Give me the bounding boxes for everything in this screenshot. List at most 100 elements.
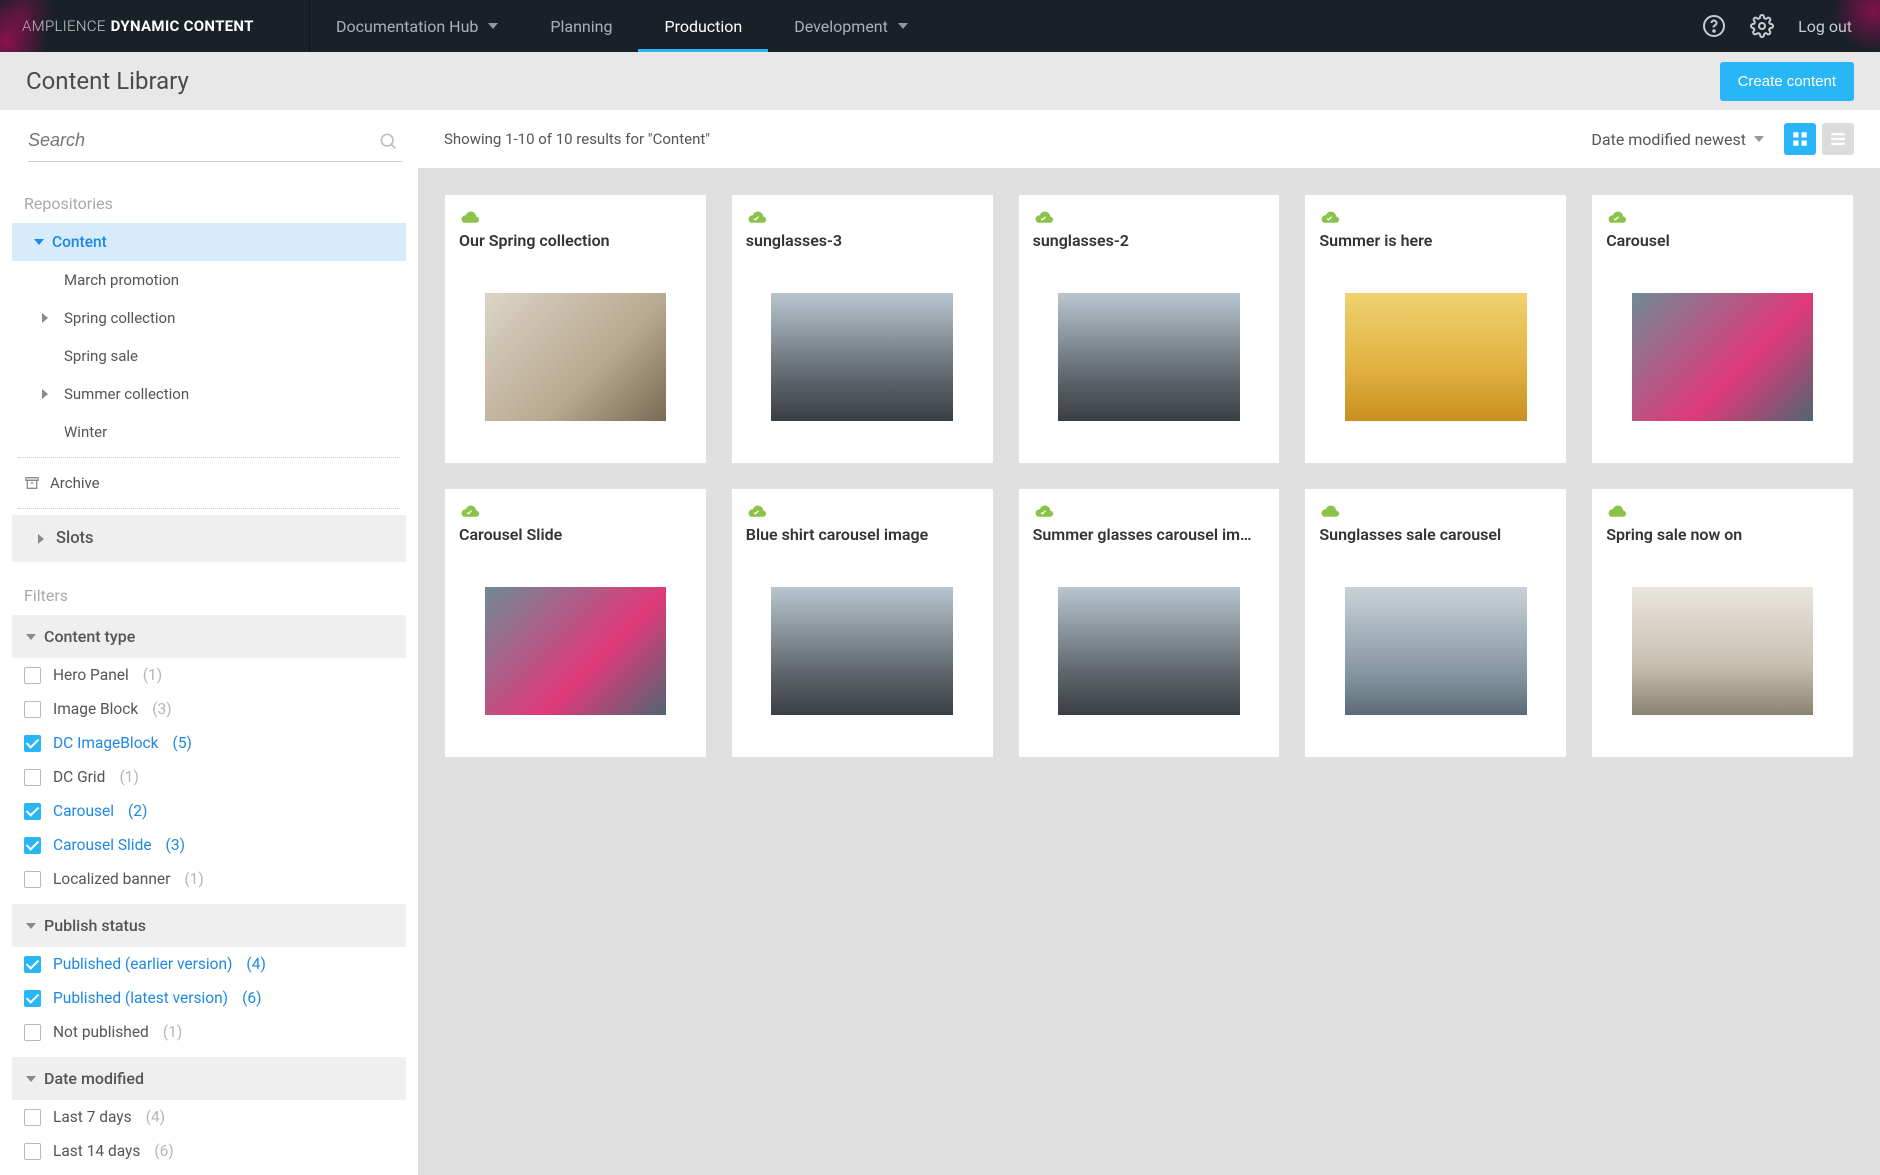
filter-publish-status-header[interactable]: Publish status bbox=[12, 904, 406, 947]
grid-view-button[interactable] bbox=[1784, 123, 1816, 155]
filter-publish-status-title: Publish status bbox=[44, 916, 146, 935]
nav-item-label: Documentation Hub bbox=[336, 17, 478, 36]
search-input[interactable] bbox=[28, 130, 378, 151]
card-thumbnail bbox=[1033, 562, 1266, 739]
brand-heavy: DYNAMIC CONTENT bbox=[111, 17, 254, 35]
chevron-down-icon bbox=[898, 23, 908, 29]
chevron-right-icon bbox=[38, 534, 44, 544]
checkbox-icon bbox=[24, 803, 41, 820]
filter-option-count: (1) bbox=[163, 1023, 182, 1041]
checkbox-icon bbox=[24, 837, 41, 854]
filter-content-type-header[interactable]: Content type bbox=[12, 615, 406, 658]
checkbox-icon bbox=[24, 990, 41, 1007]
filter-option[interactable]: Last 30 days (6) bbox=[0, 1168, 418, 1175]
filter-option[interactable]: Published (earlier version) (4) bbox=[0, 947, 418, 981]
tree-item-summer-collection[interactable]: Summer collection bbox=[12, 375, 406, 413]
filter-option[interactable]: DC ImageBlock (5) bbox=[0, 726, 418, 760]
sidebar: Repositories Content March promotionSpri… bbox=[0, 110, 418, 1175]
list-view-button[interactable] bbox=[1822, 123, 1854, 155]
sort-selector[interactable]: Date modified newest bbox=[1591, 130, 1770, 149]
nav-item-planning[interactable]: Planning bbox=[524, 0, 638, 52]
filter-option-count: (4) bbox=[146, 1108, 165, 1126]
tree-root-label: Content bbox=[52, 233, 107, 251]
cloud-icon bbox=[1319, 503, 1339, 517]
content-card[interactable]: Summer glasses carousel im… bbox=[1018, 488, 1281, 758]
nav-item-development[interactable]: Development bbox=[768, 0, 934, 52]
brand: AMPLIENCE DYNAMIC CONTENT bbox=[0, 0, 310, 52]
tree-item-march-promotion[interactable]: March promotion bbox=[12, 261, 406, 299]
gear-icon[interactable] bbox=[1750, 14, 1774, 38]
card-title: sunglasses-3 bbox=[746, 231, 979, 250]
cloud-check-icon bbox=[1319, 209, 1339, 223]
slots-row[interactable]: Slots bbox=[12, 515, 406, 562]
card-thumbnail bbox=[459, 268, 692, 445]
content-card[interactable]: Carousel Slide bbox=[444, 488, 707, 758]
filter-option[interactable]: DC Grid (1) bbox=[0, 760, 418, 794]
content-card[interactable]: Sunglasses sale carousel bbox=[1304, 488, 1567, 758]
filter-option[interactable]: Hero Panel (1) bbox=[0, 658, 418, 692]
filter-option[interactable]: Image Block (3) bbox=[0, 692, 418, 726]
checkbox-icon bbox=[24, 1109, 41, 1126]
card-title: Carousel Slide bbox=[459, 525, 692, 544]
card-thumbnail bbox=[746, 268, 979, 445]
filter-date-modified-title: Date modified bbox=[44, 1069, 144, 1088]
filter-option[interactable]: Last 7 days (4) bbox=[0, 1100, 418, 1134]
chevron-down-icon bbox=[26, 1076, 36, 1082]
content-card[interactable]: sunglasses-2 bbox=[1018, 194, 1281, 464]
card-thumbnail bbox=[1606, 562, 1839, 739]
cloud-check-icon bbox=[1033, 503, 1053, 517]
tree-item-winter[interactable]: Winter bbox=[12, 413, 406, 451]
search-row bbox=[28, 124, 402, 162]
cloud-check-icon bbox=[746, 209, 766, 223]
content-card[interactable]: sunglasses-3 bbox=[731, 194, 994, 464]
filter-option[interactable]: Not published (1) bbox=[0, 1015, 418, 1049]
filter-option[interactable]: Carousel (2) bbox=[0, 794, 418, 828]
checkbox-icon bbox=[24, 701, 41, 718]
filter-option-label: Carousel Slide bbox=[53, 836, 152, 854]
filter-option-count: (2) bbox=[128, 802, 147, 820]
logout-link[interactable]: Log out bbox=[1798, 17, 1852, 36]
top-nav: AMPLIENCE DYNAMIC CONTENT Documentation … bbox=[0, 0, 1880, 52]
filter-option-count: (5) bbox=[173, 734, 192, 752]
tree-item-spring-sale[interactable]: Spring sale bbox=[12, 337, 406, 375]
filter-option[interactable]: Carousel Slide (3) bbox=[0, 828, 418, 862]
chevron-down-icon bbox=[34, 239, 44, 245]
filter-option[interactable]: Published (latest version) (6) bbox=[0, 981, 418, 1015]
results-toolbar: Showing 1-10 of 10 results for "Content"… bbox=[418, 110, 1880, 168]
cloud-check-icon bbox=[746, 503, 766, 517]
chevron-down-icon bbox=[488, 23, 498, 29]
search-icon[interactable] bbox=[378, 131, 398, 151]
brand-light: AMPLIENCE bbox=[22, 17, 106, 35]
content-card[interactable]: Blue shirt carousel image bbox=[731, 488, 994, 758]
results-count-text: Showing 1-10 of 10 results for "Content" bbox=[444, 130, 710, 148]
filter-option-label: Carousel bbox=[53, 802, 114, 820]
help-icon[interactable] bbox=[1702, 14, 1726, 38]
content-card[interactable]: Spring sale now on bbox=[1591, 488, 1854, 758]
subheader: Content Library Create content bbox=[0, 52, 1880, 110]
page-title: Content Library bbox=[26, 67, 189, 95]
filter-option-label: DC Grid bbox=[53, 768, 105, 786]
tree-item-label: Summer collection bbox=[64, 385, 189, 403]
content-card[interactable]: Summer is here bbox=[1304, 194, 1567, 464]
card-thumbnail bbox=[1606, 268, 1839, 445]
filter-option-label: Published (latest version) bbox=[53, 989, 228, 1007]
section-repositories-label: Repositories bbox=[0, 170, 418, 223]
create-content-button[interactable]: Create content bbox=[1720, 62, 1854, 101]
chevron-down-icon bbox=[26, 634, 36, 640]
card-thumbnail bbox=[459, 562, 692, 739]
filter-option[interactable]: Last 14 days (6) bbox=[0, 1134, 418, 1168]
nav-item-production[interactable]: Production bbox=[638, 0, 768, 52]
card-title: Our Spring collection bbox=[459, 231, 692, 250]
content-card[interactable]: Our Spring collection bbox=[444, 194, 707, 464]
chevron-right-icon bbox=[42, 389, 48, 399]
filter-option[interactable]: Localized banner (1) bbox=[0, 862, 418, 896]
content-card[interactable]: Carousel bbox=[1591, 194, 1854, 464]
archive-row[interactable]: Archive bbox=[0, 464, 418, 502]
filter-date-modified-header[interactable]: Date modified bbox=[12, 1057, 406, 1100]
nav-item-documentation-hub[interactable]: Documentation Hub bbox=[310, 0, 524, 52]
checkbox-icon bbox=[24, 871, 41, 888]
card-title: Sunglasses sale carousel bbox=[1319, 525, 1552, 544]
tree-root-content[interactable]: Content bbox=[12, 223, 406, 261]
tree-item-spring-collection[interactable]: Spring collection bbox=[12, 299, 406, 337]
card-thumbnail bbox=[1033, 268, 1266, 445]
